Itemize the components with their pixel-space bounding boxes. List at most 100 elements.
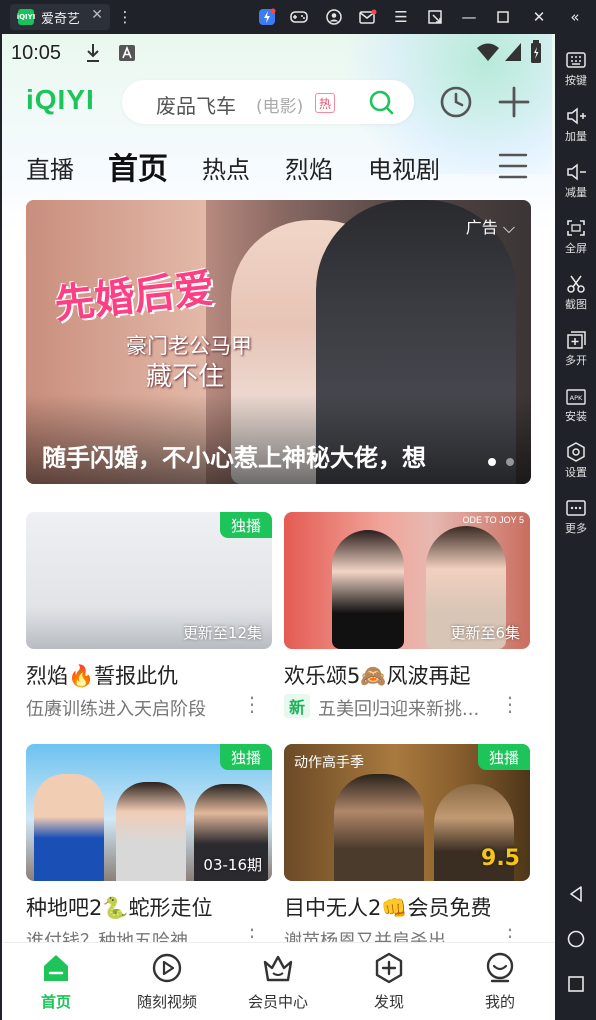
screenshot-icon [567,275,585,293]
nav-home[interactable]: 首页 [11,951,101,1012]
collapse-sidebar-icon[interactable]: « [564,6,586,28]
hero-banner[interactable]: 先婚后爱 豪门老公马甲 藏不住 广告 ⌵ 随手闪婚，不小心惹上神秘大佬，想 [26,200,531,484]
carousel-dot [506,458,514,466]
video-title: 欢乐颂5🙈风波再起 [284,664,471,688]
home-icon [44,955,68,981]
video-subtitle: 五美回归迎来新挑... [318,699,480,720]
a-notification-icon [119,45,135,61]
menu-dots-icon[interactable]: ⋮ [114,6,136,28]
nav-label: 我的 [484,993,515,1011]
sidebar-label: 设置 [565,466,587,479]
sidebar-item-settings[interactable]: 设置 [556,442,596,480]
more-options-icon[interactable]: ⋮ [242,694,262,714]
minimize-icon[interactable]: — [458,6,480,28]
update-label: 更新至6集 [450,624,520,642]
search-bar[interactable]: 废品飞车 (电影) 热 [122,80,414,124]
tab-hot[interactable]: 热点 [202,150,250,185]
chevron-down-icon: ⌵ [497,218,515,237]
battery-icon [531,40,541,63]
tab-tv-series[interactable]: 电视剧 [368,150,440,185]
nav-discover[interactable]: 发现 [344,951,434,1012]
nav-label: 随刻视频 [136,993,197,1011]
popout-icon[interactable] [424,6,446,28]
profile-icon [486,952,514,983]
back-icon[interactable] [566,884,586,904]
discover-icon [375,952,403,984]
sidebar-item-install-apk[interactable]: APK 安装 [556,386,596,424]
tab-title: 爱奇艺 [41,11,81,27]
iqiyi-app-icon: iQIYI [17,9,35,25]
bottom-nav: 首页 随刻视频 会员中心 发现 我的 [2,942,555,1020]
actress-figure [332,530,404,649]
tab-close-icon[interactable]: ✕ [91,7,103,23]
crown-icon [263,955,293,982]
home-circle-icon[interactable] [566,929,586,949]
hot-tag: 热 [315,93,335,113]
emulator-sidebar: 按键 加量 减量 全屏 截图 多开 APK 安装 设置 更多 [556,34,596,1020]
apk-install-icon: APK [566,389,586,405]
recents-icon[interactable] [566,974,586,994]
new-tag: 新 [284,694,310,718]
account-icon[interactable] [323,6,345,28]
history-icon[interactable] [438,84,474,120]
sidebar-label: 加量 [565,130,587,143]
sidebar-label: 按键 [565,74,587,87]
banner-caption: 随手闪婚，不小心惹上神秘大佬，想 [42,444,426,472]
tab-home[interactable]: 首页 [108,144,168,188]
tab-live[interactable]: 直播 [26,150,74,185]
sidebar-label: 截图 [565,298,587,311]
video-title: 种地吧2🐍蛇形走位 [26,896,213,920]
search-query-type: (电影) [256,97,304,117]
wifi-icon [477,43,499,61]
sidebar-label: 更多 [565,522,587,535]
play-circle-icon [152,953,182,983]
video-title: 烈焰🔥誓报此仇 [26,664,179,688]
app-tab[interactable]: iQIYI 爱奇艺 ✕ [10,4,110,30]
nav-label: 首页 [40,993,71,1011]
carousel-dot-active [488,458,496,466]
exclusive-badge: 独播 [478,744,530,770]
maximize-icon[interactable] [492,6,514,28]
keyboard-icon [566,52,586,68]
nav-profile[interactable]: 我的 [455,951,545,1012]
more-options-icon[interactable]: ⋮ [500,694,520,714]
channel-tabs: 直播 首页 热点 烈焰 电视剧 [2,144,555,188]
exclusive-badge: 独播 [220,744,272,770]
person-figure [34,774,104,881]
nav-vip-center[interactable]: 会员中心 [233,951,323,1012]
phone-screen: 10:05 iQIYI 废品飞车 (电影) 热 直播 首页 热点 烈焰 电视剧 … [2,34,555,1020]
iqiyi-logo[interactable]: iQIYI [26,84,95,116]
gamepad-icon[interactable] [288,6,310,28]
sidebar-item-more[interactable]: 更多 [556,498,596,536]
status-time: 10:05 [11,42,62,64]
more-icon [566,500,586,516]
sidebar-label: 安装 [565,410,587,423]
sidebar-item-keys[interactable]: 按键 [556,50,596,88]
download-icon [87,44,99,62]
sidebar-item-volume-up[interactable]: 加量 [556,106,596,144]
sidebar-item-multi-instance[interactable]: 多开 [556,330,596,368]
person-figure [116,782,186,881]
volume-up-icon [567,107,586,125]
sidebar-item-screenshot[interactable]: 截图 [556,274,596,312]
sidebar-item-fullscreen[interactable]: 全屏 [556,218,596,256]
sidebar-item-volume-down[interactable]: 减量 [556,162,596,200]
close-icon[interactable]: ✕ [528,6,550,28]
tab-lieyan[interactable]: 烈焰 [285,150,333,185]
multi-instance-icon [567,331,586,349]
channel-menu-icon[interactable] [498,152,528,180]
sidebar-label: 全屏 [565,242,587,255]
ad-label[interactable]: 广告 ⌵ [466,214,515,238]
hamburger-icon[interactable]: ☰ [390,6,412,28]
nav-label: 会员中心 [247,993,308,1011]
sidebar-label: 多开 [565,354,587,367]
action-season-label: 动作高手季 [294,755,364,771]
update-label: 更新至12集 [182,624,262,642]
add-icon[interactable] [496,84,532,120]
settings-icon [567,442,585,462]
mail-icon[interactable] [357,6,379,28]
nav-suike-video[interactable]: 随刻视频 [122,951,212,1012]
search-icon[interactable] [368,89,394,115]
search-query: 废品飞车 [156,94,236,118]
boost-icon[interactable] [256,6,278,28]
